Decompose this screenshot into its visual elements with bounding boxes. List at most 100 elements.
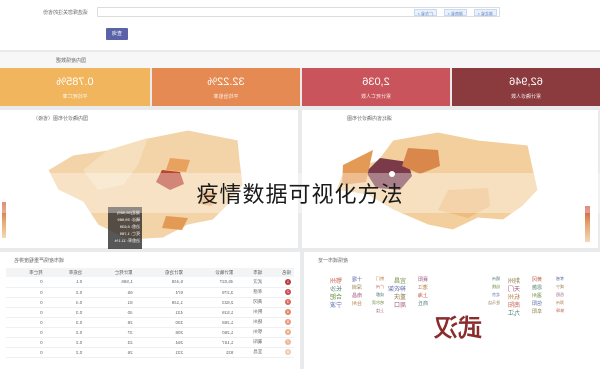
stat-value: 2,036 [362,76,390,88]
cloud-word: 深圳 [351,285,362,291]
cloud-word: 哈尔滨 [372,300,384,305]
table-cell: 81 [85,297,136,307]
table-cell: 1,268 [186,317,237,327]
stat-card: 32.22% 平均治愈率 [152,68,300,106]
table-cell: 0.2 [45,347,86,357]
title-overlay: 疫情数据可视化方法 [0,173,600,213]
table-cell: 208 [135,327,187,337]
table-cell: 0 [6,297,46,307]
cloud-word: 咸宁 [556,284,564,289]
table-cell: 0.3 [45,317,86,327]
table-row[interactable]: 7 襄阳 1,167 264 23 0.2 0 [6,337,294,347]
table-cell: 8 [265,347,294,357]
table-cell: 1 [265,277,294,287]
table-cell: 674 [135,287,187,297]
table-cell: 0.4 [45,297,86,307]
cloud-word: 南昌 [351,293,362,299]
table-row[interactable]: 4 荆州 1,519 431 40 0.3 0 [6,307,294,317]
province-tag[interactable]: 湖北省 × [473,9,497,16]
table-cell: 5,448 [135,277,187,287]
rank-badge: 2 [285,289,291,295]
tooltip-line: 确诊: 59,989 [117,217,140,222]
table-cell: 0.2 [45,327,86,337]
table-cell: 0.1 [45,277,86,287]
cloud-word: 蚌埠 [556,308,564,313]
table-cell: 1,519 [186,307,237,317]
stat-value: 62,946 [509,76,543,88]
city-ranking-panel: 城市疫情严重程度排名 排名 城市 累计确诊 累计治愈 累计死亡 治愈率 死亡率 1 武汉 45,… [0,252,300,369]
table-cell: 孝感 [236,287,266,297]
table-cell: 1,586 [85,277,136,287]
city-word-cloud-panel: 疫情城市一览 武汉 孝感 黄冈 荆州 随州 襄阳 宜昌 荆门 十堰 鄂州 咸宁 恩施 天门 仙桃 潜江 神农架… [304,252,600,369]
stat-card: 0.785% 平均死亡率 [0,68,150,106]
province-tag[interactable]: 广东省 × [413,9,437,16]
cloud-word: 温州 [531,293,542,299]
table-cell: 0.2 [45,337,86,347]
column-header[interactable]: 城市 [236,268,266,277]
table-cell: 231 [135,347,187,357]
table-cell: 2,823 [186,297,237,307]
table-cell: 0 [6,307,46,317]
table-cell: 鄂州 [236,327,266,337]
table-cell: 931 [186,347,237,357]
table-row[interactable]: 5 随州 1,268 330 28 0.3 0 [6,317,294,327]
table-cell: 3,279 [186,287,237,297]
table-body: 1 武汉 45,027 5,448 1,586 0.1 0 2 孝感 3,279 674 65 0.2 0… [6,277,294,357]
rank-badge: 1 [285,278,291,285]
column-header[interactable]: 累计死亡 [85,268,136,277]
rank-badge: 3 [285,299,291,305]
table-row[interactable]: 2 孝感 3,279 674 65 0.2 0 [6,287,294,297]
city-ranking-table: 排名 城市 累计确诊 累计治愈 累计死亡 治愈率 死亡率 1 武汉 45,027 5,448 1,5… [6,268,294,358]
column-header[interactable]: 排名 [265,268,294,277]
column-header[interactable]: 治愈率 [45,268,86,277]
page-title: 疫情数据可视化方法 [196,183,404,208]
cloud-word: 上海 [417,293,428,299]
guangdong-province [162,216,188,230]
rank-badge: 8 [285,349,291,355]
table-cell: 7 [265,337,294,347]
column-header[interactable]: 累计治愈 [135,268,187,277]
table-cell: 宜昌 [236,347,266,357]
table-cell: 3 [265,297,294,307]
table-cell: 0.3 [45,307,86,317]
column-header[interactable]: 死亡率 [6,268,46,277]
stat-value: 0.785% [56,76,94,88]
rank-badge: 5 [285,319,291,325]
table-row[interactable]: 8 宜昌 931 231 26 0.2 0 [6,347,294,357]
province-select[interactable]: 湖北省 × 湖南省 × 广东省 × [97,7,500,17]
table-cell: 0.2 [45,287,86,297]
stats-title: 国内疫情数据 [55,58,86,64]
table-cell: 1,260 [186,327,237,337]
stat-label: 平均治愈率 [213,94,239,100]
table-row[interactable]: 1 武汉 45,027 5,448 1,586 0.1 0 [6,277,294,287]
cloud-word-main: 武汉 [434,315,482,342]
table-cell: 0 [6,277,46,287]
cloud-word: 孝感 [556,276,564,281]
table-cell: 45,027 [186,277,237,287]
cloud-word: 上饶 [376,308,384,313]
rank-badge: 4 [285,309,291,315]
stat-card: 2,036 累计死亡人数 [302,68,450,106]
cloud-word: 成都 [376,292,384,297]
column-header[interactable]: 累计确诊 [186,268,237,277]
cloud-word: 广州 [376,284,384,289]
table-cell: 40 [85,307,136,317]
cloud-word: 潜江 [417,285,428,291]
table-cell: 26 [85,347,136,357]
table-row[interactable]: 3 黄冈 2,823 1,149 81 0.4 0 [6,297,294,307]
table-cell: 6 [265,327,294,337]
query-button[interactable]: 查询 [106,28,128,40]
stat-label: 累计死亡人数 [361,94,392,100]
table-cell: 330 [135,317,187,327]
table-cell: 2 [265,287,294,297]
cloud-word: 十堰 [351,277,362,283]
table-cell: 264 [135,337,187,347]
cloud-word: 仙桃 [492,284,500,289]
table-cell: 1,149 [135,297,187,307]
cloud-word: 黄冈 [531,277,542,283]
province-tag[interactable]: 湖南省 × [443,9,467,16]
table-cell: 1,167 [186,337,237,347]
table-cell: 4 [265,307,294,317]
ranking-title: 城市疫情严重程度排名 [13,258,64,264]
table-row[interactable]: 6 鄂州 1,260 208 37 0.2 0 [6,327,294,337]
